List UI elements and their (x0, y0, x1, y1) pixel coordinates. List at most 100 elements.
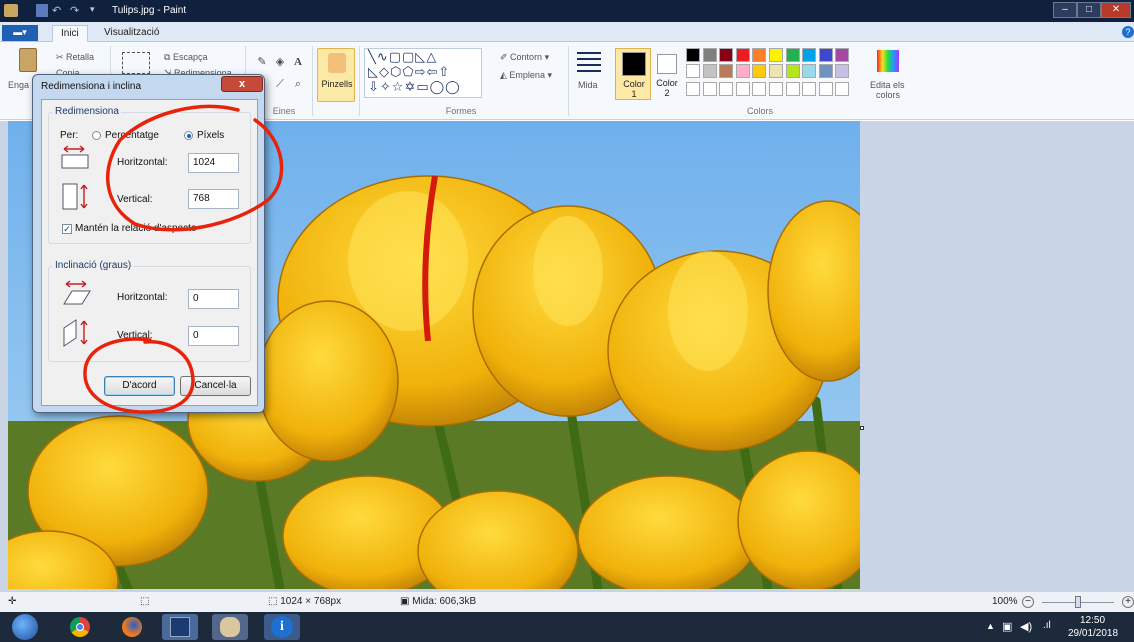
horizontal-resize-icon (60, 144, 90, 170)
palette-swatch[interactable] (719, 64, 734, 78)
zoom-slider-thumb[interactable] (1075, 596, 1081, 608)
palette-empty-swatch[interactable] (686, 82, 700, 96)
size-icon[interactable] (577, 52, 601, 72)
chrome-icon[interactable] (62, 614, 98, 640)
paste-icon[interactable] (19, 48, 37, 72)
tab-home[interactable]: Inici (52, 25, 88, 42)
percentage-radio[interactable] (92, 131, 101, 140)
palette-swatch[interactable] (735, 64, 750, 78)
text-tool-icon[interactable]: A (290, 54, 306, 70)
paste-label[interactable]: Enga (8, 80, 29, 90)
palette-swatch[interactable] (752, 48, 767, 62)
clock-date[interactable]: 29/01/2018 (1068, 628, 1118, 639)
cut-button[interactable]: ✂ Retalla (56, 52, 94, 63)
size-label[interactable]: Mida (578, 80, 598, 90)
palette-swatch[interactable] (769, 48, 783, 62)
undo-icon[interactable]: ↶ (52, 4, 66, 17)
palette-empty-swatch[interactable] (785, 82, 800, 96)
brushes-label: Pinzells (321, 79, 353, 89)
vertical-resize-icon (62, 182, 92, 212)
brushes-button[interactable]: Pinzells (317, 48, 355, 102)
palette-swatch[interactable] (769, 64, 783, 78)
tray-show-hidden-icon[interactable]: ▲ (986, 621, 995, 631)
palette-swatch[interactable] (686, 64, 700, 78)
palette-swatch[interactable] (686, 48, 700, 62)
redo-icon[interactable]: ↷ (70, 4, 84, 17)
crop-button[interactable]: ⧉ Escapça (164, 52, 207, 63)
cancel-button[interactable]: Cancel·la (180, 376, 251, 396)
palette-swatch[interactable] (818, 64, 833, 78)
palette-swatch[interactable] (802, 48, 817, 62)
window-title: Tulips.jpg - Paint (112, 5, 187, 16)
fill-dropdown[interactable]: ◭ Emplena ▾ (500, 70, 552, 81)
color2-button[interactable]: Color 2 (654, 48, 680, 100)
palette-swatch[interactable] (735, 48, 750, 62)
palette-swatch[interactable] (835, 48, 850, 62)
shapes-gallery[interactable]: ╲∿▢▢◺△ ◺◇⬡⬠⇨⇦⇧ ⇩✧☆✡▭◯◯ (364, 48, 482, 98)
minimize-button[interactable]: – (1053, 2, 1077, 18)
palette-swatch[interactable] (785, 64, 800, 78)
keep-aspect-checkbox[interactable]: ✓ (62, 224, 72, 234)
palette-swatch[interactable] (752, 64, 767, 78)
outline-dropdown[interactable]: ✐ Contorn ▾ (500, 52, 549, 63)
start-button[interactable] (12, 614, 38, 640)
quick-access-dropdown-icon[interactable]: ▾ (90, 4, 100, 17)
palette-empty-swatch[interactable] (702, 82, 717, 96)
info-app-icon[interactable]: i (264, 614, 300, 640)
dialog-body: Redimensiona Per: Percentatge Píxels Hor… (41, 99, 258, 406)
palette-empty-swatch[interactable] (818, 82, 833, 96)
edit-colors-label-2[interactable]: colors (876, 90, 900, 100)
skew-vertical-input[interactable]: 0 (188, 326, 239, 346)
app-icon[interactable] (162, 614, 198, 640)
palette-swatch[interactable] (785, 48, 800, 62)
palette-swatch[interactable] (702, 48, 717, 62)
palette-swatch[interactable] (719, 48, 734, 62)
palette-empty-swatch[interactable] (802, 82, 817, 96)
edit-colors-label-1[interactable]: Edita els (870, 80, 905, 90)
select-tool-icon[interactable] (122, 52, 150, 74)
firefox-icon[interactable] (114, 614, 150, 640)
skew-horizontal-input[interactable]: 0 (188, 289, 239, 309)
palette-swatch[interactable] (802, 64, 817, 78)
tab-view[interactable]: Visualització (96, 25, 167, 42)
fill-bucket-icon[interactable]: ◈ (272, 54, 288, 70)
magnifier-icon[interactable]: ⌕ (290, 76, 306, 92)
pencil-icon[interactable]: ✎ (254, 54, 270, 70)
dialog-close-button[interactable]: x (221, 76, 263, 92)
color-picker-icon[interactable]: ⟋ (272, 76, 288, 92)
paint-app-icon[interactable] (4, 4, 18, 17)
zoom-out-button[interactable]: − (1022, 596, 1034, 608)
resize-vertical-input[interactable]: 768 (188, 189, 239, 209)
resize-horizontal-input[interactable]: 1024 (188, 153, 239, 173)
palette-empty-swatch[interactable] (835, 82, 850, 96)
maximize-button[interactable]: □ (1077, 2, 1101, 18)
paint-taskbar-icon[interactable] (212, 614, 248, 640)
palette-empty-swatch[interactable] (719, 82, 734, 96)
save-icon[interactable] (36, 4, 48, 17)
keep-aspect-label[interactable]: Mantén la relació d'aspecte (75, 223, 196, 234)
palette-swatch[interactable] (835, 64, 850, 78)
network-icon[interactable]: ▣ (1002, 620, 1012, 633)
pixels-radio[interactable] (184, 131, 193, 140)
palette-swatch[interactable] (818, 48, 833, 62)
palette-empty-swatch[interactable] (769, 82, 783, 96)
vertical-skew-icon (62, 318, 92, 348)
clock-time[interactable]: 12:50 (1080, 615, 1105, 626)
palette-empty-swatch[interactable] (752, 82, 767, 96)
file-menu-button[interactable]: ▬▾ (2, 25, 38, 41)
ok-button[interactable]: D'acord (104, 376, 175, 396)
pixels-label[interactable]: Píxels (197, 130, 224, 141)
close-button[interactable]: ✕ (1101, 2, 1131, 18)
zoom-in-button[interactable]: + (1122, 596, 1134, 608)
edit-colors-icon[interactable] (877, 50, 899, 72)
signal-icon[interactable]: .ıl (1043, 620, 1051, 631)
palette-swatch[interactable] (702, 64, 717, 78)
color1-button[interactable]: Color 1 (615, 48, 651, 100)
volume-icon[interactable]: ◀) (1020, 620, 1032, 633)
skew-vertical-label: Vertical: (117, 330, 153, 341)
help-icon[interactable]: ? (1122, 26, 1134, 38)
canvas-resize-handle-right[interactable] (860, 426, 864, 430)
palette-empty-swatch[interactable] (735, 82, 750, 96)
resize-horizontal-label: Horitzontal: (117, 157, 168, 168)
percentage-label[interactable]: Percentatge (105, 130, 159, 141)
